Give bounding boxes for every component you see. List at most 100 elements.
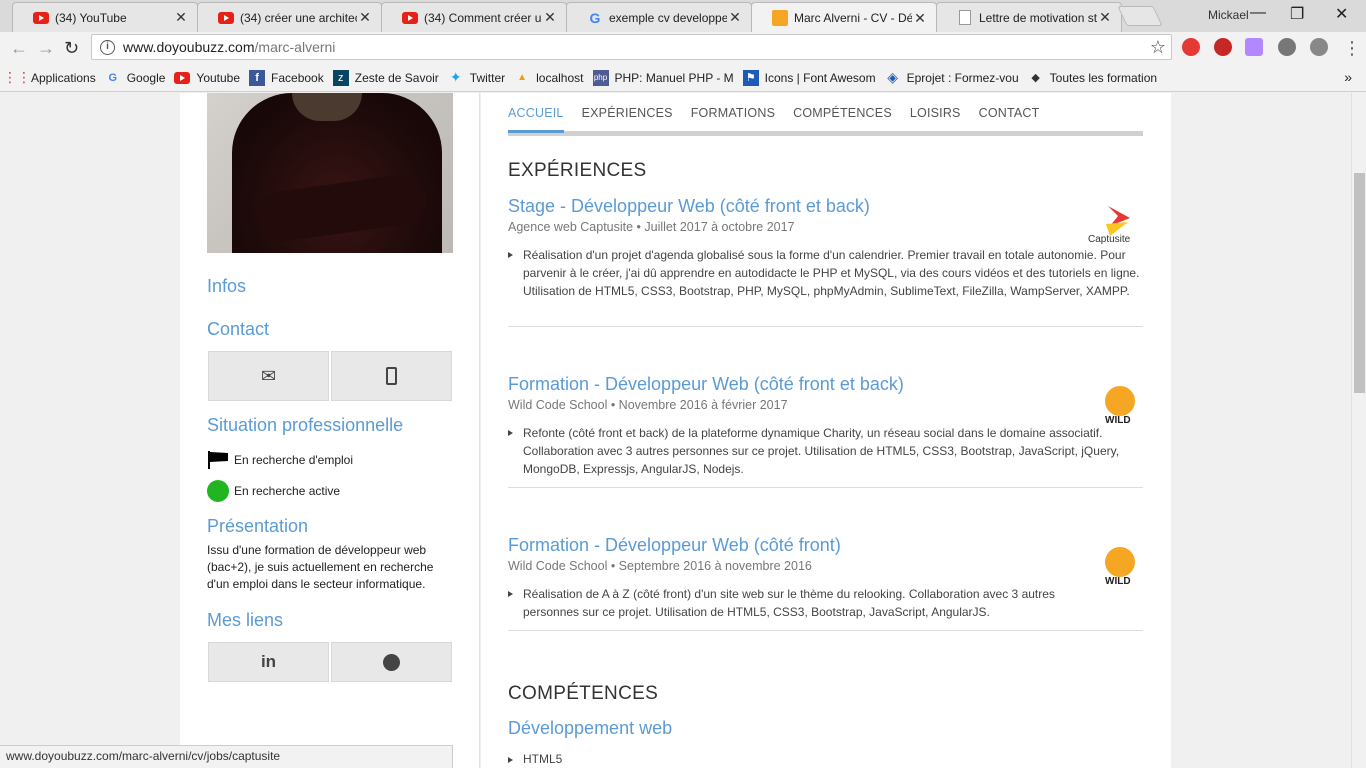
browser-tab[interactable]: (34) créer une architectu ✕ [197,2,382,32]
captusite-logo: Captusite [1088,204,1138,249]
tab-title: Marc Alverni - CV - Dév [794,11,912,25]
browser-tab-active[interactable]: Marc Alverni - CV - Dév ✕ [751,2,937,33]
bookmark-item[interactable]: G Google [105,70,165,86]
bookmark-item[interactable]: Youtube [174,70,240,86]
close-icon[interactable]: ✕ [357,9,373,26]
bookmark-item[interactable]: ⚑ Icons | Font Awesom [742,69,876,86]
bookmark-item[interactable]: ⋮⋮ Applications [3,69,96,86]
job-subtitle: Wild Code School • Septembre 2016 à nove… [508,559,812,573]
situation-heading: Situation professionnelle [207,415,404,435]
browser-tab[interactable]: G exemple cv developpeu ✕ [566,2,752,32]
doyoubuzz-icon [772,10,788,26]
tab-title: (34) YouTube [55,10,127,25]
youtube-icon [33,10,49,26]
tab-title: Lettre de motivation sta [979,10,1097,25]
bookmark-item[interactable]: z Zeste de Savoir [332,69,439,86]
opera-extension-icon[interactable] [1182,38,1200,56]
skill-category-heading: Développement web [508,718,673,738]
job-subtitle: Agence web Captusite • Juillet 2017 à oc… [508,220,795,234]
mobile-icon [386,367,397,385]
close-window-icon[interactable]: ✕ [1335,4,1348,24]
info-icon[interactable]: i [100,39,115,55]
phone-button[interactable] [331,351,452,401]
nav-experiences[interactable]: EXPÉRIENCES [582,104,673,131]
job-title[interactable]: Formation - Développeur Web (côté front) [508,535,1143,556]
browser-tab[interactable]: (34) YouTube ✕ [12,2,198,32]
youtube-icon [402,10,418,26]
back-icon[interactable]: ← [10,38,28,59]
links-heading: Mes liens [207,610,284,630]
skill-item: HTML5 [507,752,563,766]
minimize-icon[interactable]: — [1250,4,1266,22]
close-icon[interactable]: ✕ [727,9,743,26]
php-icon: php [592,69,609,86]
experience-item: Formation - Développeur Web (côté front … [508,374,1143,488]
bookmark-item[interactable]: ◆ Toutes les formation [1028,70,1157,86]
bookmark-star-icon[interactable]: ☆ [1150,37,1166,58]
linkedin-button[interactable]: in [208,642,329,682]
tab-title: (34) Comment créer un [424,10,542,25]
twitter-icon: ✦ [449,69,462,85]
url-bar[interactable]: i www.doyoubuzz.com/marc-alverni ☆ [91,34,1172,60]
bookmark-item[interactable]: ◈ Eprojet : Formez-vou [885,69,1018,86]
close-icon[interactable]: ✕ [912,10,928,27]
nav-contact[interactable]: CONTACT [979,104,1040,131]
experience-item: Formation - Développeur Web (côté front)… [508,535,1143,631]
email-button[interactable]: ✉ [208,351,329,401]
close-icon[interactable]: ✕ [542,9,558,26]
maximize-icon[interactable]: ❐ [1290,4,1304,24]
apps-icon: ⋮⋮ [3,69,31,85]
experiences-heading: EXPÉRIENCES [508,160,647,181]
browser-tab[interactable]: Lettre de motivation sta ✕ [936,2,1122,32]
extension-icon[interactable] [1245,38,1263,56]
flag-icon [207,451,229,469]
flag-icon: ⚑ [742,69,759,86]
youtube-icon [218,10,234,26]
nav-formations[interactable]: FORMATIONS [691,104,775,131]
document-icon [957,10,973,26]
youtube-icon [174,70,191,86]
bookmark-item[interactable]: ✦ Twitter [448,69,505,86]
close-icon[interactable]: ✕ [173,9,189,26]
status-job-search: En recherche d'emploi [207,451,353,469]
settings-extension-icon[interactable] [1310,38,1328,56]
reload-icon[interactable]: ↻ [64,38,79,59]
forward-icon[interactable]: → [37,38,55,59]
hat-icon: ◆ [1031,72,1040,84]
new-tab-button[interactable] [1117,6,1163,26]
url-path: /marc-alverni [254,39,336,55]
pma-icon: ▲ [517,72,528,83]
experience-item: Stage - Développeur Web (côté front et b… [508,196,1143,327]
page-scrollbar[interactable] [1351,93,1366,768]
job-description: Refonte (côté front et back) de la plate… [508,424,1143,478]
scrollbar-thumb[interactable] [1354,173,1365,393]
nav-loisirs[interactable]: LOISIRS [910,104,961,131]
adblock-extension-icon[interactable] [1214,38,1232,56]
github-button[interactable] [331,642,452,682]
browser-tab[interactable]: (34) Comment créer un ✕ [381,2,567,32]
more-bookmarks-icon[interactable]: » [1344,69,1352,85]
envelope-icon: ✉ [260,365,277,386]
nav-accueil[interactable]: ACCUEIL [508,104,564,133]
job-title[interactable]: Formation - Développeur Web (côté front … [508,374,1143,395]
page-viewport: Infos Contact ✉ Situation professionnell… [0,93,1366,768]
profile-photo [207,93,453,253]
bookmark-item[interactable]: f Facebook [249,69,324,86]
url-host: www.doyoubuzz.com [123,39,255,55]
bookmark-item[interactable]: ▲ localhost [514,70,583,86]
browser-tab-bar: (34) YouTube ✕ (34) créer une architectu… [0,0,1366,33]
infos-heading[interactable]: Infos [207,276,246,297]
wild-code-school-logo: WILD [1102,386,1138,430]
cv-main-content: ACCUEIL EXPÉRIENCES FORMATIONS COMPÉTENC… [481,93,1171,768]
profile-name[interactable]: Mickael [1208,8,1249,22]
job-title[interactable]: Stage - Développeur Web (côté front et b… [508,196,1143,217]
google-icon: G [589,9,601,26]
menu-icon[interactable]: ⋮ [1343,38,1361,59]
nav-competences[interactable]: COMPÉTENCES [793,104,892,131]
tab-title: exemple cv developpeu [609,10,727,25]
close-icon[interactable]: ✕ [1097,9,1113,26]
presentation-heading: Présentation [207,516,309,536]
bookmark-item[interactable]: php PHP: Manuel PHP - M [592,69,734,86]
contact-heading[interactable]: Contact [207,319,269,340]
bug-extension-icon[interactable] [1278,38,1296,56]
